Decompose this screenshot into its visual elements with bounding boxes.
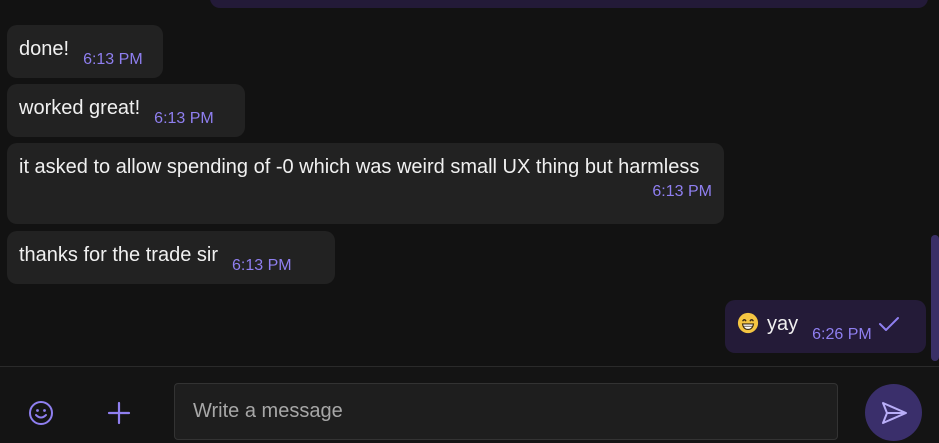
chat-app: done! 6:13 PM worked great! 6:13 PM it ask…	[0, 0, 939, 443]
check-icon	[878, 317, 899, 331]
plus-icon	[107, 401, 131, 425]
emoji-icon	[29, 401, 53, 425]
message-input[interactable]	[175, 384, 837, 439]
message-time: 6:26 PM	[812, 326, 872, 343]
message-bubble[interactable]: thanks for the trade sir 6:13 PM	[7, 231, 335, 284]
message-time: 6:13 PM	[652, 183, 712, 200]
message-time: 6:13 PM	[154, 110, 214, 127]
scrollbar[interactable]	[931, 235, 939, 361]
message-text: it asked to allow spending of -0 which w…	[19, 156, 700, 178]
message-text: worked great!	[19, 97, 141, 119]
send-icon	[881, 401, 907, 424]
composer-bar	[0, 366, 939, 443]
message-text: yay	[767, 313, 799, 335]
message-text: done!	[19, 38, 70, 60]
attach-button[interactable]	[104, 398, 134, 428]
grinning-face-emoji	[737, 312, 759, 334]
message-time: 6:13 PM	[83, 51, 143, 68]
message-text: thanks for the trade sir	[19, 244, 218, 266]
previous-message-bubble	[210, 0, 928, 8]
message-bubble[interactable]: it asked to allow spending of -0 which w…	[7, 143, 724, 224]
outgoing-message-bubble[interactable]: yay 6:26 PM	[725, 300, 926, 353]
message-bubble[interactable]: done! 6:13 PM	[7, 25, 163, 78]
send-button[interactable]	[865, 384, 922, 441]
message-bubble[interactable]: worked great! 6:13 PM	[7, 84, 245, 137]
message-input-wrapper	[174, 383, 838, 440]
message-time: 6:13 PM	[231, 257, 292, 274]
emoji-button[interactable]	[26, 398, 56, 428]
message-list[interactable]: done! 6:13 PM worked great! 6:13 PM it ask…	[0, 0, 939, 366]
